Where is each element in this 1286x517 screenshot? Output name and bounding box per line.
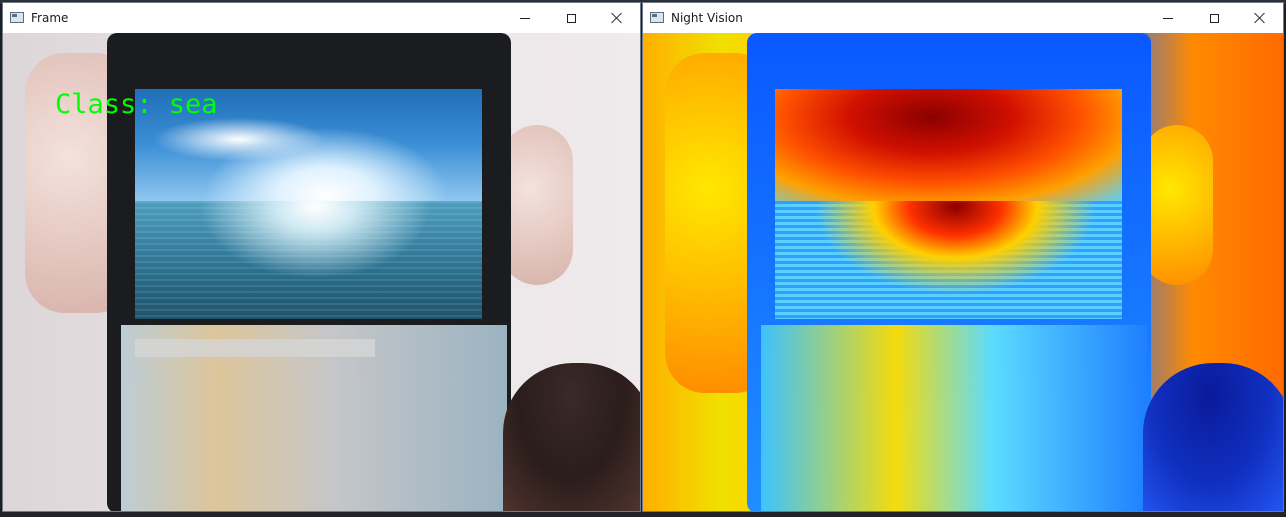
phone-screen-sea — [135, 201, 482, 319]
nv-person-head — [1143, 363, 1283, 511]
night-vision-window[interactable]: Night Vision — [642, 2, 1284, 512]
bottom-strip — [0, 512, 1286, 517]
maximize-icon — [1209, 13, 1219, 23]
frame-minimize-button[interactable] — [502, 3, 548, 33]
camera-frame-view: Class: sea — [3, 33, 640, 511]
night-vision-titlebar[interactable]: Night Vision — [643, 3, 1283, 33]
frame-titlebar[interactable]: Frame — [3, 3, 640, 33]
nv-screen-sky — [775, 89, 1122, 201]
nv-screen-sea — [775, 201, 1122, 319]
night-vision-maximize-button[interactable] — [1191, 3, 1237, 33]
person-head — [503, 363, 640, 511]
night-vision-view — [643, 33, 1283, 511]
minimize-icon — [520, 17, 530, 19]
night-vision-window-title: Night Vision — [671, 11, 743, 25]
nv-hand-thumb — [1141, 125, 1213, 285]
nv-screen-lower — [761, 325, 1147, 511]
close-icon — [1254, 12, 1266, 24]
screen-window-bar — [135, 339, 375, 357]
hand-thumb — [501, 125, 573, 285]
frame-close-button[interactable] — [594, 3, 640, 33]
night-vision-minimize-button[interactable] — [1145, 3, 1191, 33]
frame-window[interactable]: Frame Class: sea — [2, 2, 641, 512]
phone-screen-lower — [121, 325, 507, 511]
app-window-icon — [650, 12, 664, 23]
frame-window-title: Frame — [31, 11, 69, 25]
minimize-icon — [1163, 17, 1173, 19]
close-icon — [611, 12, 623, 24]
night-vision-close-button[interactable] — [1237, 3, 1283, 33]
app-window-icon — [10, 12, 24, 23]
maximize-icon — [566, 13, 576, 23]
frame-maximize-button[interactable] — [548, 3, 594, 33]
class-label: Class: sea — [55, 89, 218, 120]
